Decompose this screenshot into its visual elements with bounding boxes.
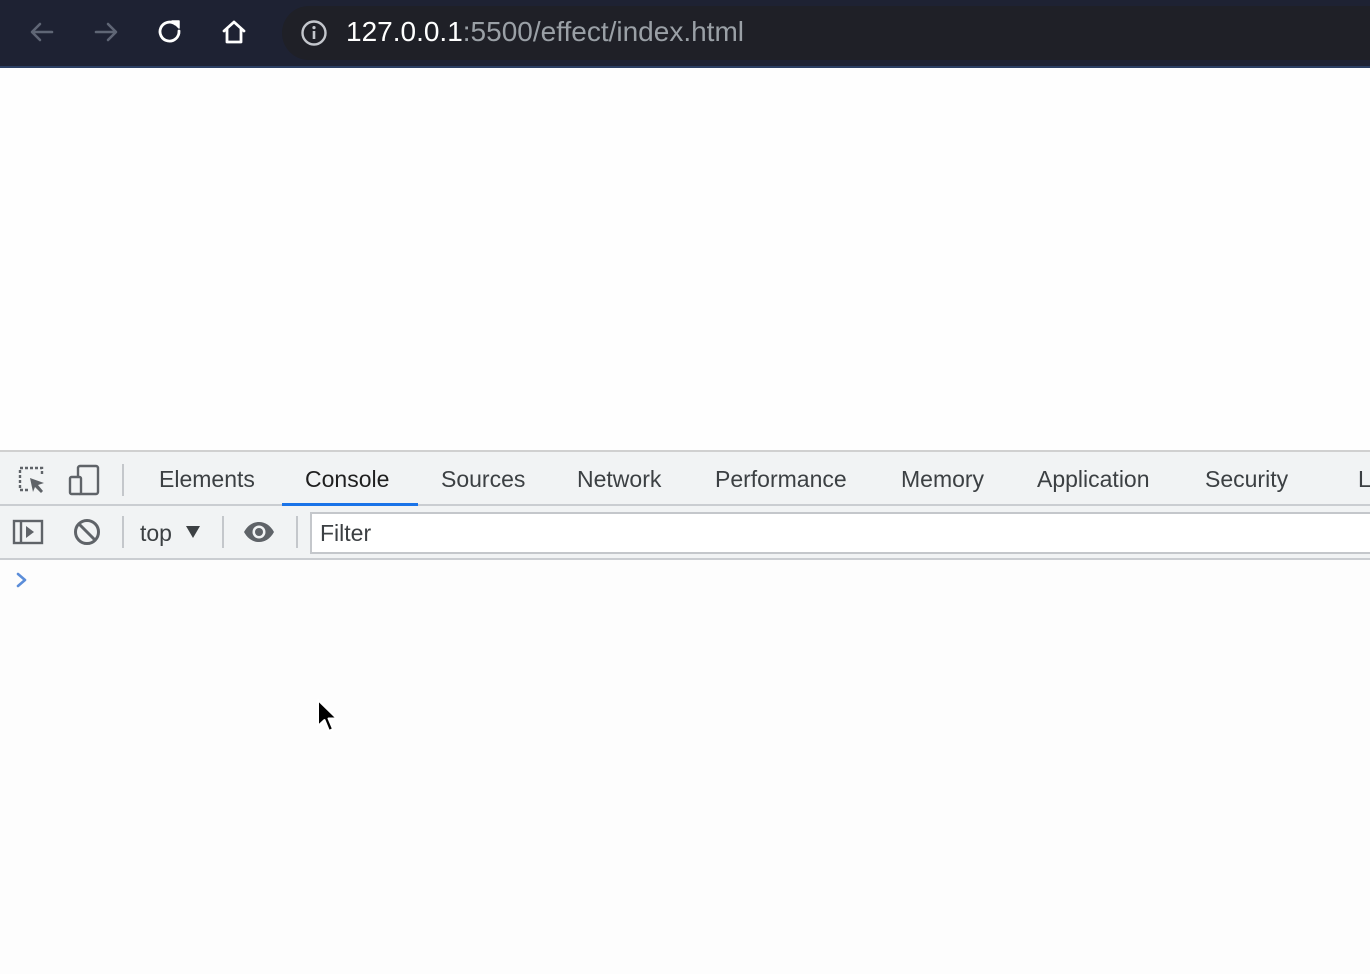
filter-input[interactable] — [310, 512, 1370, 554]
home-icon — [222, 20, 246, 44]
page-viewport — [0, 70, 1370, 450]
url-path: :5500/effect/index.html — [462, 16, 744, 47]
forward-button[interactable] — [88, 14, 124, 50]
info-icon[interactable] — [300, 19, 328, 47]
tab-sources[interactable]: Sources — [441, 452, 525, 506]
console-output[interactable] — [0, 560, 1370, 974]
url-host: 127.0.0.1 — [346, 16, 463, 47]
tab-application[interactable]: Application — [1037, 452, 1150, 506]
inspect-element-icon[interactable] — [16, 464, 48, 496]
show-sidebar-icon[interactable] — [12, 516, 44, 548]
forward-arrow-icon — [94, 22, 118, 42]
toolbar-divider — [122, 516, 124, 548]
tab-network[interactable]: Network — [577, 452, 661, 506]
live-expression-eye-icon[interactable] — [243, 516, 275, 548]
mouse-cursor-icon — [317, 699, 338, 732]
reload-button[interactable] — [152, 14, 188, 50]
back-button[interactable] — [24, 14, 60, 50]
device-toolbar-icon[interactable] — [68, 464, 100, 496]
devtools-panel: Elements Console Sources Network Perform… — [0, 450, 1370, 974]
browser-toolbar: 127.0.0.1:5500/effect/index.html — [0, 0, 1370, 68]
tab-console[interactable]: Console — [305, 452, 389, 506]
tab-lighthouse[interactable]: L — [1358, 452, 1370, 506]
url-text[interactable]: 127.0.0.1:5500/effect/index.html — [346, 14, 744, 50]
context-label: top — [140, 520, 172, 546]
tab-elements[interactable]: Elements — [159, 452, 255, 506]
back-arrow-icon — [30, 22, 54, 42]
clear-console-icon[interactable] — [71, 516, 103, 548]
tab-memory[interactable]: Memory — [901, 452, 984, 506]
tab-performance[interactable]: Performance — [715, 452, 847, 506]
reload-icon — [158, 20, 181, 43]
dropdown-arrow-icon — [185, 526, 200, 538]
console-toolbar: top — [0, 506, 1370, 560]
toolbar-divider — [122, 464, 124, 496]
toolbar-divider — [296, 516, 298, 548]
console-prompt-chevron-icon — [16, 572, 27, 588]
tab-security[interactable]: Security — [1205, 452, 1288, 506]
home-button[interactable] — [216, 14, 252, 50]
context-selector[interactable]: top — [140, 516, 200, 550]
devtools-tabbar: Elements Console Sources Network Perform… — [0, 450, 1370, 506]
toolbar-divider — [222, 516, 224, 548]
